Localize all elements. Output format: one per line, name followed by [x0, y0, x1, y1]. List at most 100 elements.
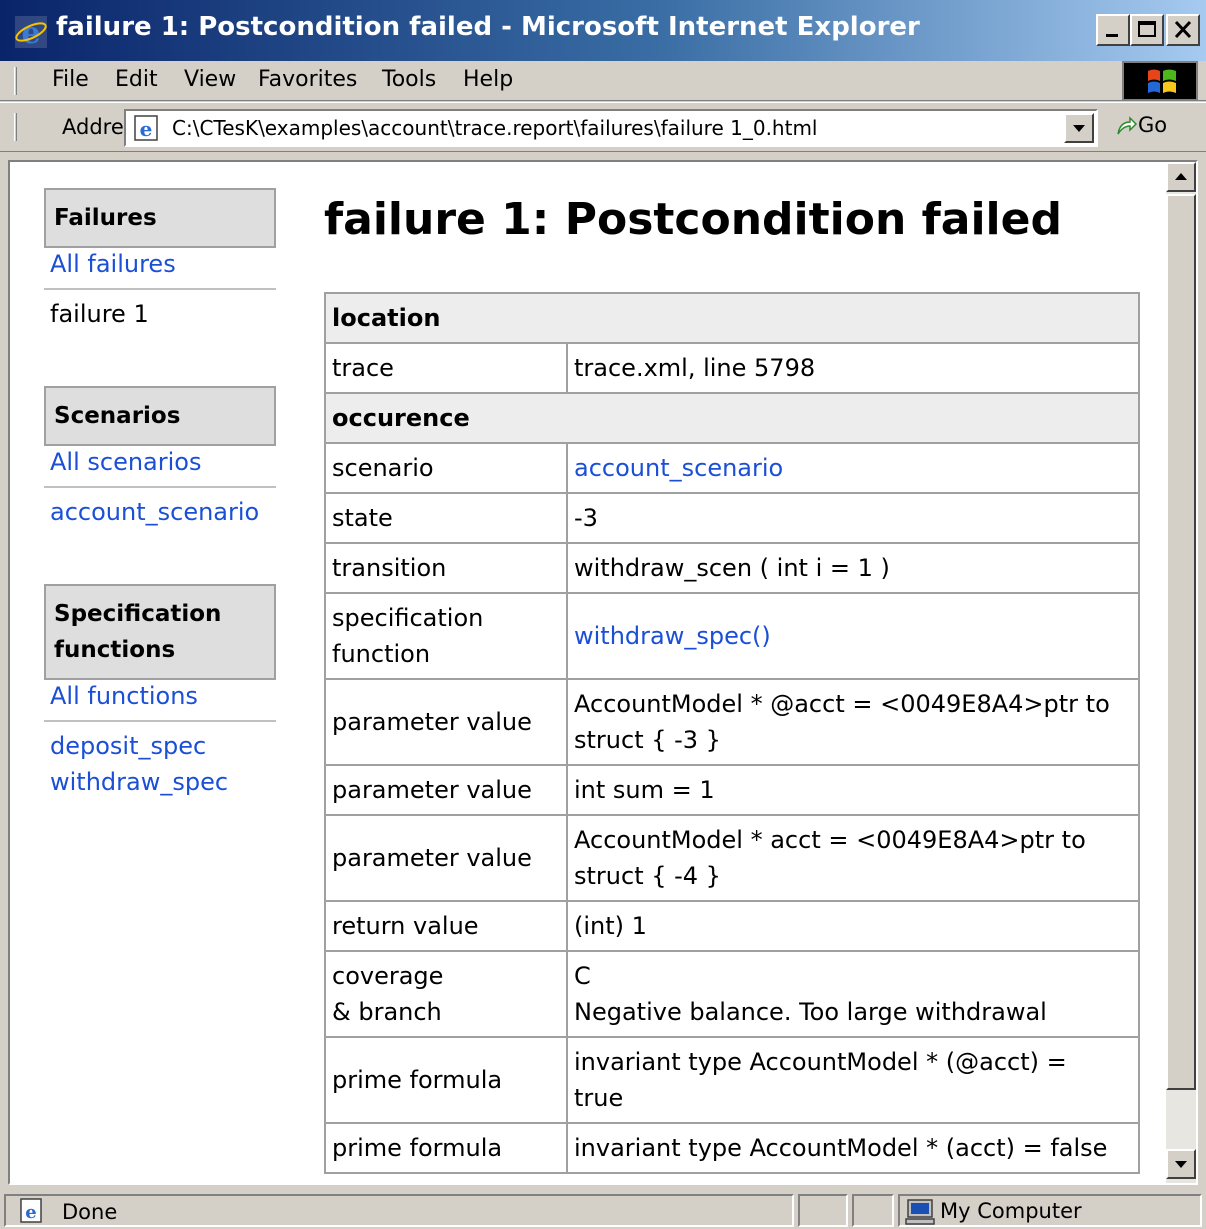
- row-value: AccountModel * @acct = <0049E8A4>ptr to …: [566, 678, 1140, 766]
- row-value-line: AccountModel * acct = <0049E8A4>ptr to: [574, 826, 1086, 854]
- function-link-deposit-spec[interactable]: deposit_spec: [50, 728, 206, 764]
- table-row: prime formula invariant type AccountMode…: [324, 1036, 1140, 1124]
- scroll-up-button[interactable]: [1166, 162, 1196, 192]
- row-value-line: struct { -4 }: [574, 862, 721, 890]
- maximize-icon: [1138, 21, 1156, 37]
- row-value: C Negative balance. Too large withdrawal: [566, 950, 1140, 1038]
- menu-view[interactable]: View: [184, 65, 236, 95]
- row-value-line: Negative balance. Too large withdrawal: [574, 998, 1047, 1026]
- table-row: transition withdraw_scen ( int i = 1 ): [324, 542, 1140, 594]
- vertical-scrollbar[interactable]: [1166, 162, 1196, 1183]
- row-value-line: AccountModel * @acct = <0049E8A4>ptr to: [574, 690, 1110, 718]
- windows-flag-icon: [1148, 69, 1176, 93]
- table-row: return value (int) 1: [324, 900, 1140, 952]
- row-value: -3: [566, 492, 1140, 544]
- occurence-header: occurence: [324, 392, 1140, 444]
- failure-item: failure 1: [50, 300, 149, 328]
- functions-heading-line1: Specification: [54, 601, 222, 627]
- close-button[interactable]: [1166, 14, 1200, 46]
- row-value-line: true: [574, 1084, 624, 1112]
- menu-file[interactable]: File: [52, 65, 89, 95]
- menu-edit[interactable]: Edit: [115, 65, 158, 95]
- location-header: location: [324, 292, 1140, 344]
- table-row: scenario account_scenario: [324, 442, 1140, 494]
- row-value-line: invariant type AccountModel * (@acct) =: [574, 1048, 1067, 1076]
- scroll-down-button[interactable]: [1166, 1149, 1196, 1179]
- close-icon: [1174, 20, 1192, 39]
- page-icon: e: [134, 115, 158, 141]
- status-pane-main: e Done: [4, 1194, 794, 1227]
- menu-help[interactable]: Help: [463, 65, 513, 95]
- go-label: Go: [1138, 113, 1168, 137]
- row-value: (int) 1: [566, 900, 1140, 952]
- row-value: withdraw_scen ( int i = 1 ): [566, 542, 1140, 594]
- row-label: transition: [324, 542, 568, 594]
- chevron-down-icon: [1175, 1161, 1187, 1168]
- functions-heading-line2: functions: [54, 637, 176, 663]
- windows-logo: [1122, 61, 1198, 101]
- menu-tools[interactable]: Tools: [382, 65, 436, 95]
- table-row: specification function withdraw_spec(): [324, 592, 1140, 680]
- row-label-line: coverage: [332, 962, 444, 990]
- svg-text:e: e: [140, 117, 153, 141]
- page-title: failure 1: Postcondition failed: [324, 194, 1062, 245]
- row-label: return value: [324, 900, 568, 952]
- address-dropdown-button[interactable]: [1064, 113, 1094, 143]
- maximize-button[interactable]: [1130, 14, 1164, 46]
- row-label-line: function: [332, 640, 431, 668]
- row-label-line: specification: [332, 604, 484, 632]
- row-value: account_scenario: [566, 442, 1140, 494]
- table-row: parameter value AccountModel * @acct = <…: [324, 678, 1140, 766]
- row-value-line: C: [574, 962, 591, 990]
- table-row: state -3: [324, 492, 1140, 544]
- toolbar-grip[interactable]: [14, 113, 17, 141]
- zone-text: My Computer: [940, 1199, 1082, 1223]
- row-label: specification function: [324, 592, 568, 680]
- row-label: parameter value: [324, 764, 568, 816]
- row-label: prime formula: [324, 1122, 568, 1174]
- row-label: coverage & branch: [324, 950, 568, 1038]
- address-input[interactable]: e C:\CTesK\examples\account\trace.report…: [124, 109, 1098, 147]
- scenario-link-account[interactable]: account_scenario: [50, 494, 259, 530]
- go-arrow-icon: [1117, 116, 1138, 135]
- table-section-row: occurence: [324, 392, 1140, 444]
- failures-heading: Failures: [44, 188, 276, 248]
- table-row: coverage & branch C Negative balance. To…: [324, 950, 1140, 1038]
- scroll-thumb[interactable]: [1166, 194, 1196, 1090]
- menu-favorites[interactable]: Favorites: [258, 65, 357, 95]
- all-scenarios-link[interactable]: All scenarios: [50, 444, 202, 480]
- title-bar[interactable]: e failure 1: Postcondition failed - Micr…: [0, 0, 1206, 61]
- row-value: invariant type AccountModel * (acct) = f…: [566, 1122, 1140, 1174]
- status-pane-zone: My Computer: [898, 1194, 1202, 1227]
- toolbar-grip[interactable]: [14, 67, 17, 95]
- status-pane: [798, 1194, 848, 1227]
- page-content: Failures All failures failure 1 Scenario…: [10, 162, 1160, 1183]
- sidebar-divider: [44, 486, 276, 488]
- go-button[interactable]: Go: [1114, 113, 1167, 145]
- all-failures-link[interactable]: All failures: [50, 246, 176, 282]
- function-link-withdraw-spec[interactable]: withdraw_spec: [50, 764, 228, 800]
- sidebar-divider: [44, 288, 276, 290]
- chevron-down-icon: [1073, 125, 1085, 132]
- status-pane: [852, 1194, 894, 1227]
- row-label: trace: [324, 342, 568, 394]
- row-value: withdraw_spec(): [566, 592, 1140, 680]
- content-viewport: Failures All failures failure 1 Scenario…: [8, 160, 1198, 1185]
- row-label-line: & branch: [332, 998, 442, 1026]
- all-functions-link[interactable]: All functions: [50, 678, 198, 714]
- scenario-link[interactable]: account_scenario: [574, 454, 783, 482]
- svg-text:e: e: [25, 1202, 36, 1223]
- svg-text:e: e: [21, 16, 40, 49]
- address-bar: Address e C:\CTesK\examples\account\trac…: [0, 102, 1206, 152]
- table-row: trace trace.xml, line 5798: [324, 342, 1140, 394]
- table-section-row: location: [324, 292, 1140, 344]
- spec-function-link[interactable]: withdraw_spec(): [574, 622, 771, 650]
- minimize-button[interactable]: [1096, 14, 1130, 46]
- row-value: trace.xml, line 5798: [566, 342, 1140, 394]
- row-label: parameter value: [324, 678, 568, 766]
- address-value: C:\CTesK\examples\account\trace.report\f…: [172, 116, 818, 140]
- scenarios-heading: Scenarios: [44, 386, 276, 446]
- minimize-icon: [1106, 34, 1118, 37]
- row-value: invariant type AccountModel * (@acct) = …: [566, 1036, 1140, 1124]
- failure-details-table: location trace trace.xml, line 5798 occu…: [324, 292, 1140, 1174]
